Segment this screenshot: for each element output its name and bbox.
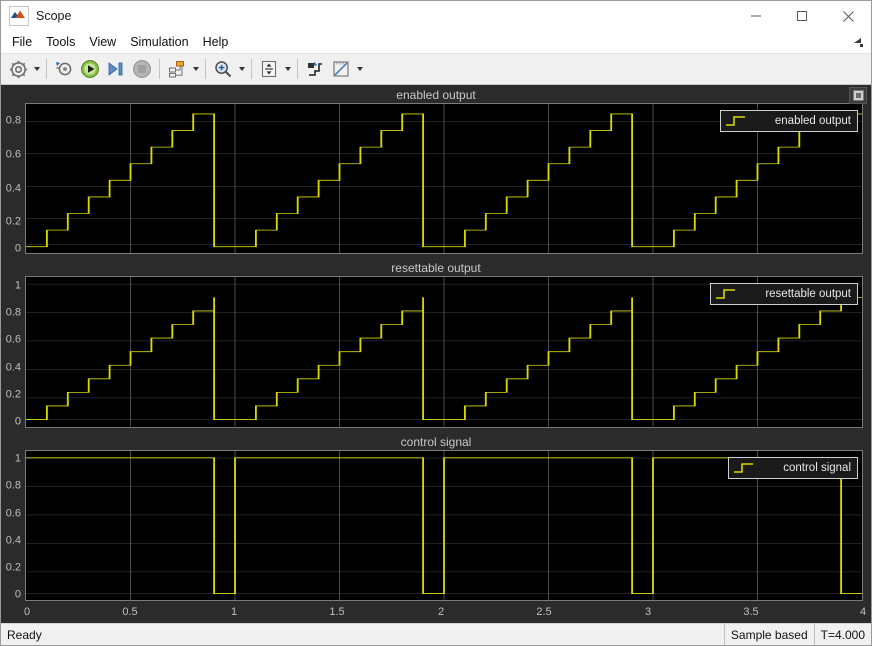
legend-enabled-output[interactable]: enabled output bbox=[719, 110, 858, 132]
y-tick-label: 0.8 bbox=[5, 114, 21, 127]
menu-overflow-icon[interactable] bbox=[851, 35, 865, 49]
menu-view[interactable]: View bbox=[82, 32, 123, 52]
menu-bar: File Tools View Simulation Help bbox=[1, 31, 871, 54]
plot-title: enabled output bbox=[396, 88, 476, 102]
toolbar-separator-5 bbox=[297, 59, 298, 79]
window-controls bbox=[733, 1, 871, 31]
y-axis-labels: 0.8 0.6 0.4 0.2 0 bbox=[1, 103, 23, 258]
step-line-icon bbox=[725, 116, 745, 126]
matlab-scope-icon bbox=[9, 6, 29, 26]
x-tick-label: 3 bbox=[644, 605, 652, 618]
maximize-button[interactable] bbox=[779, 1, 825, 31]
plot-body: 0.8 0.6 0.4 0.2 0 enabled output bbox=[1, 103, 871, 258]
measurements-dropdown-arrow[interactable] bbox=[354, 57, 365, 81]
plot-title: control signal bbox=[400, 434, 472, 449]
y-tick-label: 0.4 bbox=[5, 361, 21, 374]
y-tick-label: 0 bbox=[14, 588, 21, 601]
y-tick-label: 0.2 bbox=[5, 388, 21, 401]
run-button[interactable] bbox=[77, 56, 103, 82]
menu-tools[interactable]: Tools bbox=[39, 32, 82, 52]
plot-axes[interactable]: resettable output bbox=[25, 276, 863, 428]
autoscale-dropdown-arrow[interactable] bbox=[282, 57, 293, 81]
style-button[interactable] bbox=[302, 56, 328, 82]
y-tick-label: 0.8 bbox=[5, 306, 21, 319]
undock-icon[interactable] bbox=[849, 87, 867, 104]
x-tick-label: 3.5 bbox=[743, 605, 759, 618]
signal-selection-dropdown-arrow[interactable] bbox=[190, 57, 201, 81]
configuration-properties-dropdown-arrow[interactable] bbox=[31, 57, 42, 81]
x-tick-label: 1.5 bbox=[329, 605, 345, 618]
x-tick-label: 1 bbox=[230, 605, 238, 618]
y-tick-label: 0.6 bbox=[5, 333, 21, 346]
y-tick-label: 0.2 bbox=[5, 561, 21, 574]
autoscale-button[interactable] bbox=[256, 56, 282, 82]
x-tick-label: 0.5 bbox=[122, 605, 138, 618]
title-bar: Scope bbox=[1, 1, 871, 31]
window-title: Scope bbox=[36, 9, 72, 23]
x-tick-label: 4 bbox=[859, 605, 867, 618]
toolbar-separator-3 bbox=[205, 59, 206, 79]
menu-file[interactable]: File bbox=[5, 32, 39, 52]
status-message: Ready bbox=[7, 627, 42, 642]
x-tick-label: 2.5 bbox=[536, 605, 552, 618]
step-forward-button[interactable] bbox=[103, 56, 129, 82]
y-tick-label: 0 bbox=[14, 415, 21, 428]
plot-body: 1 0.8 0.6 0.4 0.2 0 bbox=[1, 449, 871, 605]
zoom-button[interactable] bbox=[210, 56, 236, 82]
close-button[interactable] bbox=[825, 1, 871, 31]
y-tick-label: 0.6 bbox=[5, 148, 21, 161]
simulation-parameters-button[interactable] bbox=[51, 56, 77, 82]
legend-label: enabled output bbox=[774, 115, 851, 127]
x-axis: 0 0.5 1 1.5 2 2.5 3 3.5 4 bbox=[1, 605, 871, 623]
y-tick-label: 0.4 bbox=[5, 182, 21, 195]
toolbar bbox=[1, 54, 871, 85]
scope-display-area: enabled output 0.8 0.6 0.4 0.2 0 enabled… bbox=[1, 85, 871, 623]
toolbar-separator-4 bbox=[251, 59, 252, 79]
plot-resettable-output: resettable output 1 0.8 0.6 0.4 0.2 0 re… bbox=[1, 258, 871, 431]
plot-stack: enabled output 0.8 0.6 0.4 0.2 0 enabled… bbox=[1, 85, 871, 623]
status-time: T=4.000 bbox=[813, 624, 871, 645]
y-axis-labels: 1 0.8 0.6 0.4 0.2 0 bbox=[1, 450, 23, 605]
signal-selection-button[interactable] bbox=[164, 56, 190, 82]
plot-axes[interactable]: control signal bbox=[25, 449, 863, 601]
y-tick-label: 0.6 bbox=[5, 507, 21, 520]
stop-button[interactable] bbox=[129, 56, 155, 82]
y-tick-label: 0.2 bbox=[5, 215, 21, 228]
y-tick-label: 1 bbox=[14, 279, 21, 292]
status-sample-mode: Sample based bbox=[723, 624, 814, 645]
menu-help[interactable]: Help bbox=[196, 32, 236, 52]
minimize-button[interactable] bbox=[733, 1, 779, 31]
menu-simulation[interactable]: Simulation bbox=[123, 32, 195, 52]
toolbar-separator-2 bbox=[159, 59, 160, 79]
y-axis-labels: 1 0.8 0.6 0.4 0.2 0 bbox=[1, 276, 23, 431]
plot-body: 1 0.8 0.6 0.4 0.2 0 bbox=[1, 276, 871, 431]
step-line-icon bbox=[716, 289, 736, 300]
plot-enabled-output: enabled output 0.8 0.6 0.4 0.2 0 enabled… bbox=[1, 85, 871, 258]
scope-window: Scope File Tools View Simulation Help en… bbox=[0, 0, 872, 646]
legend-label: control signal bbox=[783, 461, 851, 474]
legend-resettable-output[interactable]: resettable output bbox=[710, 283, 858, 306]
x-tick-label: 0 bbox=[23, 605, 31, 618]
y-tick-label: 0 bbox=[14, 242, 21, 255]
toolbar-separator-1 bbox=[46, 59, 47, 79]
plot-control-signal: control signal 1 0.8 0.6 0.4 0.2 0 contr… bbox=[1, 432, 871, 605]
y-tick-label: 1 bbox=[14, 452, 21, 465]
configuration-properties-button[interactable] bbox=[5, 56, 31, 82]
legend-control-signal[interactable]: control signal bbox=[728, 456, 858, 479]
zoom-dropdown-arrow[interactable] bbox=[236, 57, 247, 81]
step-line-icon bbox=[734, 462, 754, 473]
y-tick-label: 0.8 bbox=[5, 479, 21, 492]
y-tick-label: 0.4 bbox=[5, 534, 21, 547]
x-tick-label: 2 bbox=[437, 605, 445, 618]
plot-axes[interactable]: enabled output bbox=[25, 103, 863, 255]
plot-title: resettable output bbox=[391, 261, 481, 276]
status-bar: Ready Sample based T=4.000 bbox=[1, 623, 871, 645]
legend-label: resettable output bbox=[765, 288, 851, 301]
measurements-button[interactable] bbox=[328, 56, 354, 82]
